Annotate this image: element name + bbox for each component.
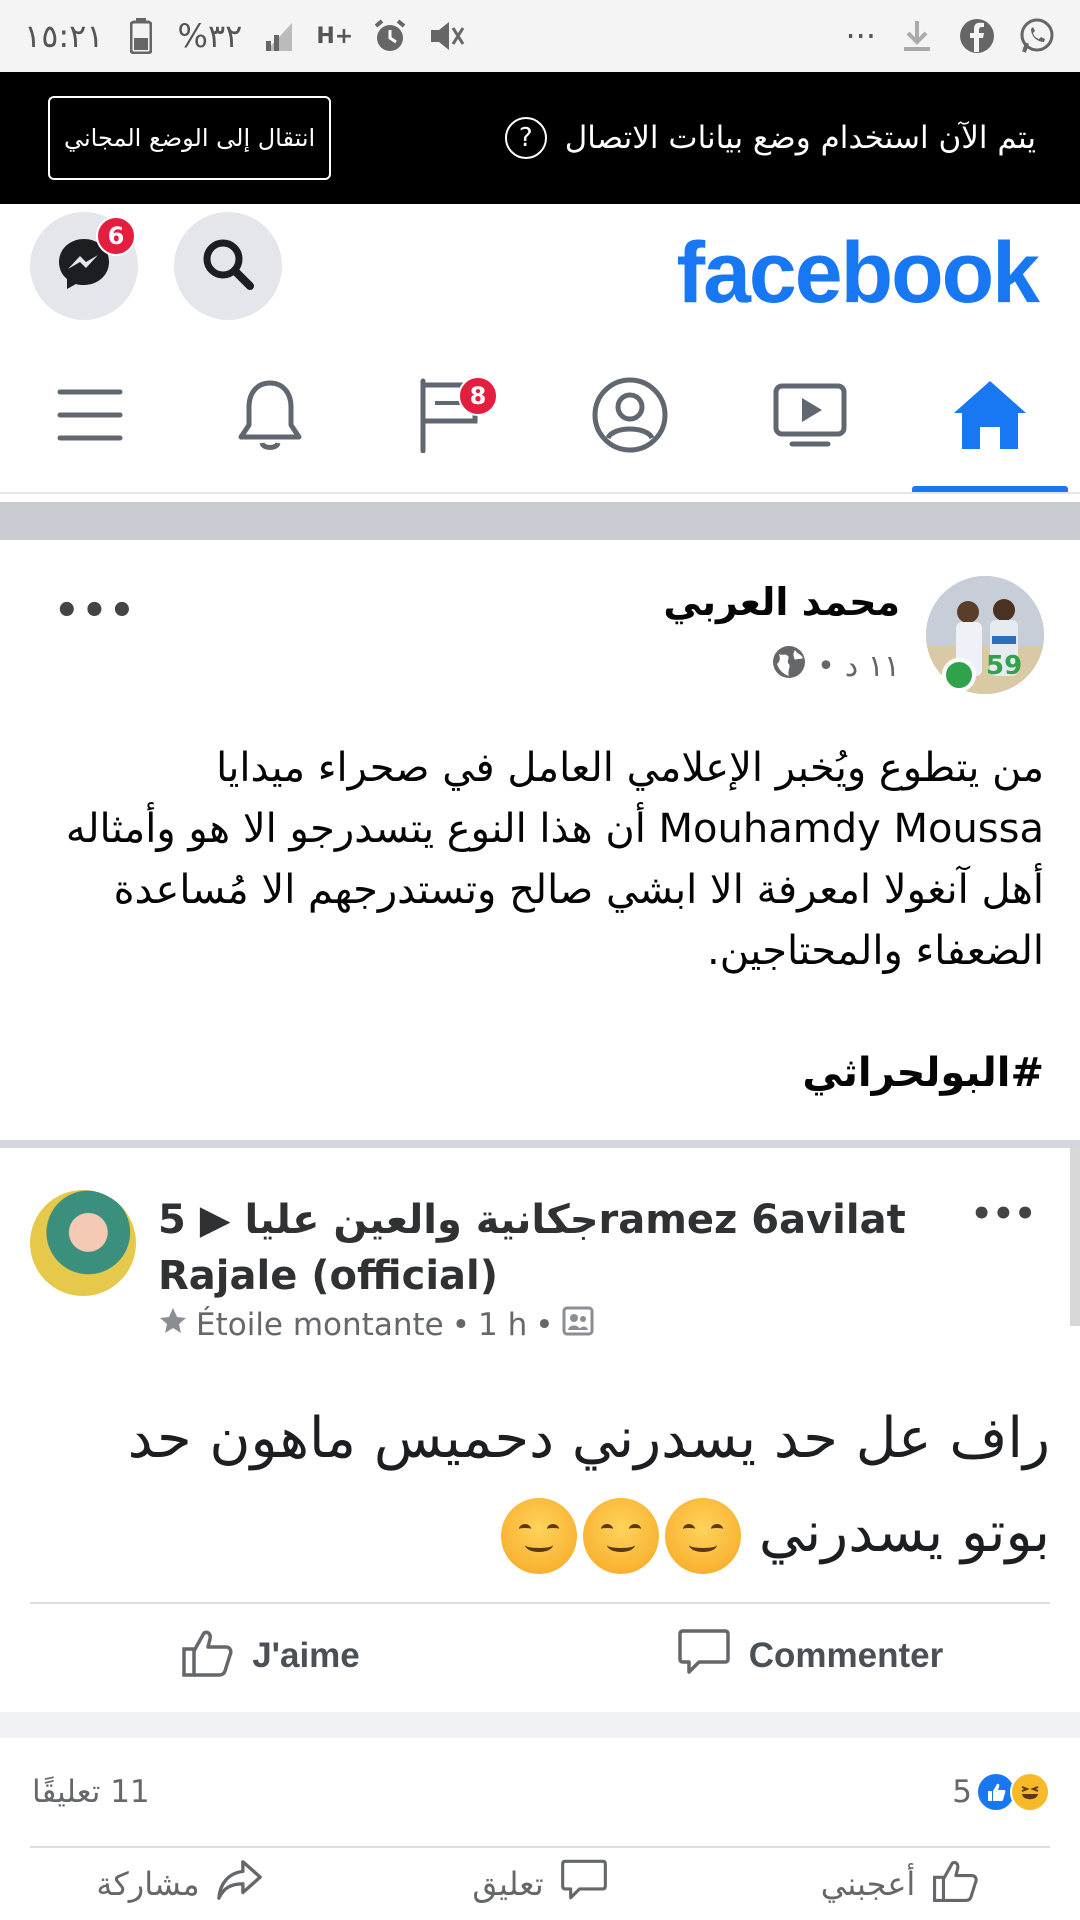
video-icon xyxy=(772,382,848,452)
signal-icon xyxy=(260,17,298,55)
messenger-button[interactable]: 6 xyxy=(30,212,138,320)
battery-level: %٣٢ xyxy=(177,17,243,55)
shared-like-button[interactable]: J'aime xyxy=(0,1604,540,1708)
online-status-indicator xyxy=(942,658,976,692)
pages-badge: 8 xyxy=(458,376,498,416)
post-author-name[interactable]: محمد العربي xyxy=(663,580,900,624)
more-notifications: ··· xyxy=(845,17,876,55)
reactions-summary[interactable]: 5 xyxy=(952,1772,1050,1812)
home-icon xyxy=(950,377,1030,457)
network-type: H+ xyxy=(316,23,354,49)
alarm-icon xyxy=(371,17,409,55)
haha-reaction-icon xyxy=(1010,1772,1050,1812)
shared-post-body: راف عل حد يسدرني دحميس ماهون حد بوتو يسد… xyxy=(50,1392,1050,1580)
app-header: 6 facebook xyxy=(0,204,1080,342)
tab-pages[interactable]: 8 xyxy=(360,342,540,492)
group-icon xyxy=(562,1306,594,1344)
download-icon xyxy=(898,17,936,55)
comment-bubble-icon xyxy=(677,1627,731,1686)
shared-post-options-button[interactable]: ••• xyxy=(971,1194,1036,1234)
comment-bubble-icon xyxy=(560,1857,608,1911)
tab-notifications[interactable] xyxy=(180,342,360,492)
shared-meta-dot-2: • xyxy=(535,1307,554,1343)
status-bar-left: ١٥:٢١ %٣٢ H+ xyxy=(24,17,465,55)
section-divider xyxy=(0,1712,1080,1738)
smile-emoji-icon xyxy=(665,1497,742,1574)
shared-comment-button[interactable]: Commenter xyxy=(540,1604,1080,1708)
post-meta: ١١ د • xyxy=(771,644,900,688)
profile-icon xyxy=(591,376,669,458)
bell-icon xyxy=(235,377,305,457)
shared-like-label: J'aime xyxy=(252,1636,360,1675)
tab-home[interactable] xyxy=(900,342,1080,492)
mute-icon xyxy=(427,17,465,55)
post-stats: 11 تعليقًا 5 xyxy=(0,1738,1080,1846)
banner-message-row: يتم الآن استخدام وضع بيانات الاتصال ? xyxy=(504,117,1036,159)
shared-scrollbar xyxy=(1070,1148,1080,1326)
reactions-count: 5 xyxy=(952,1774,972,1810)
thumbs-up-icon xyxy=(180,1627,234,1686)
menu-icon xyxy=(56,386,124,448)
shared-author-avatar[interactable] xyxy=(30,1190,136,1296)
tab-profile[interactable] xyxy=(540,342,720,492)
post-time[interactable]: ١١ د xyxy=(845,649,900,684)
share-arrow-icon xyxy=(216,1857,264,1911)
messenger-badge: 6 xyxy=(96,216,136,256)
smile-emoji-icon xyxy=(501,1497,578,1574)
comments-count[interactable]: 11 تعليقًا xyxy=(32,1774,150,1810)
search-button[interactable] xyxy=(174,212,282,320)
post-hashtag[interactable]: #البولحراثي xyxy=(802,1050,1044,1096)
facebook-logo[interactable]: facebook xyxy=(676,224,1040,323)
battery-icon xyxy=(122,17,160,55)
thumbs-up-icon xyxy=(931,1857,979,1911)
shared-post-card[interactable]: جكانية والعين عليا ▶ 5ramez 6avilat Raja… xyxy=(0,1140,1080,1712)
search-icon xyxy=(200,236,256,296)
status-bar-right: ··· xyxy=(845,17,1056,55)
smile-emoji-icon xyxy=(583,1497,660,1574)
like-button[interactable]: أعجبني xyxy=(720,1848,1080,1920)
shared-comment-label: Commenter xyxy=(748,1636,944,1675)
status-bar: ١٥:٢١ %٣٢ H+ ··· xyxy=(0,0,1080,72)
facebook-notification-icon xyxy=(958,17,996,55)
tab-watch[interactable] xyxy=(720,342,900,492)
switch-free-mode-button[interactable]: انتقال إلى الوضع المجاني xyxy=(48,96,332,180)
comment-button[interactable]: تعليق xyxy=(360,1848,720,1920)
star-icon xyxy=(158,1306,188,1344)
shared-meta-dot: • xyxy=(451,1307,470,1343)
share-button[interactable]: مشاركة xyxy=(0,1848,360,1920)
post-text: من يتطوع ويُخبر الإعلامي العامل في صحراء… xyxy=(65,745,1044,974)
shared-actions-bar: J'aime Commenter xyxy=(0,1604,1080,1708)
banner-message: يتم الآن استخدام وضع بيانات الاتصال xyxy=(564,120,1036,156)
tab-bar: 8 xyxy=(0,342,1080,494)
post-actions-bar: أعجبني تعليق مشاركة xyxy=(0,1848,1080,1920)
post-options-button[interactable]: ••• xyxy=(54,588,137,634)
svg-text:59: 59 xyxy=(986,651,1022,681)
meta-separator: • xyxy=(817,648,835,684)
whatsapp-icon xyxy=(1018,17,1056,55)
shared-post-time[interactable]: 1 h xyxy=(478,1307,527,1343)
rising-star-badge: Étoile montante xyxy=(196,1307,444,1343)
clock: ١٥:٢١ xyxy=(24,17,104,55)
tab-menu[interactable] xyxy=(0,342,180,492)
share-label: مشاركة xyxy=(96,1865,200,1903)
shared-post-title[interactable]: جكانية والعين عليا ▶ 5ramez 6avilat Raja… xyxy=(158,1192,1018,1304)
comment-label: تعليق xyxy=(472,1865,544,1903)
data-mode-banner: انتقال إلى الوضع المجاني يتم الآن استخدا… xyxy=(0,72,1080,204)
feed-separator xyxy=(0,502,1080,540)
globe-icon xyxy=(771,644,807,688)
help-icon[interactable]: ? xyxy=(504,117,547,159)
like-label: أعجبني xyxy=(820,1865,916,1903)
shared-post-meta: Étoile montante • 1 h • xyxy=(158,1306,594,1344)
